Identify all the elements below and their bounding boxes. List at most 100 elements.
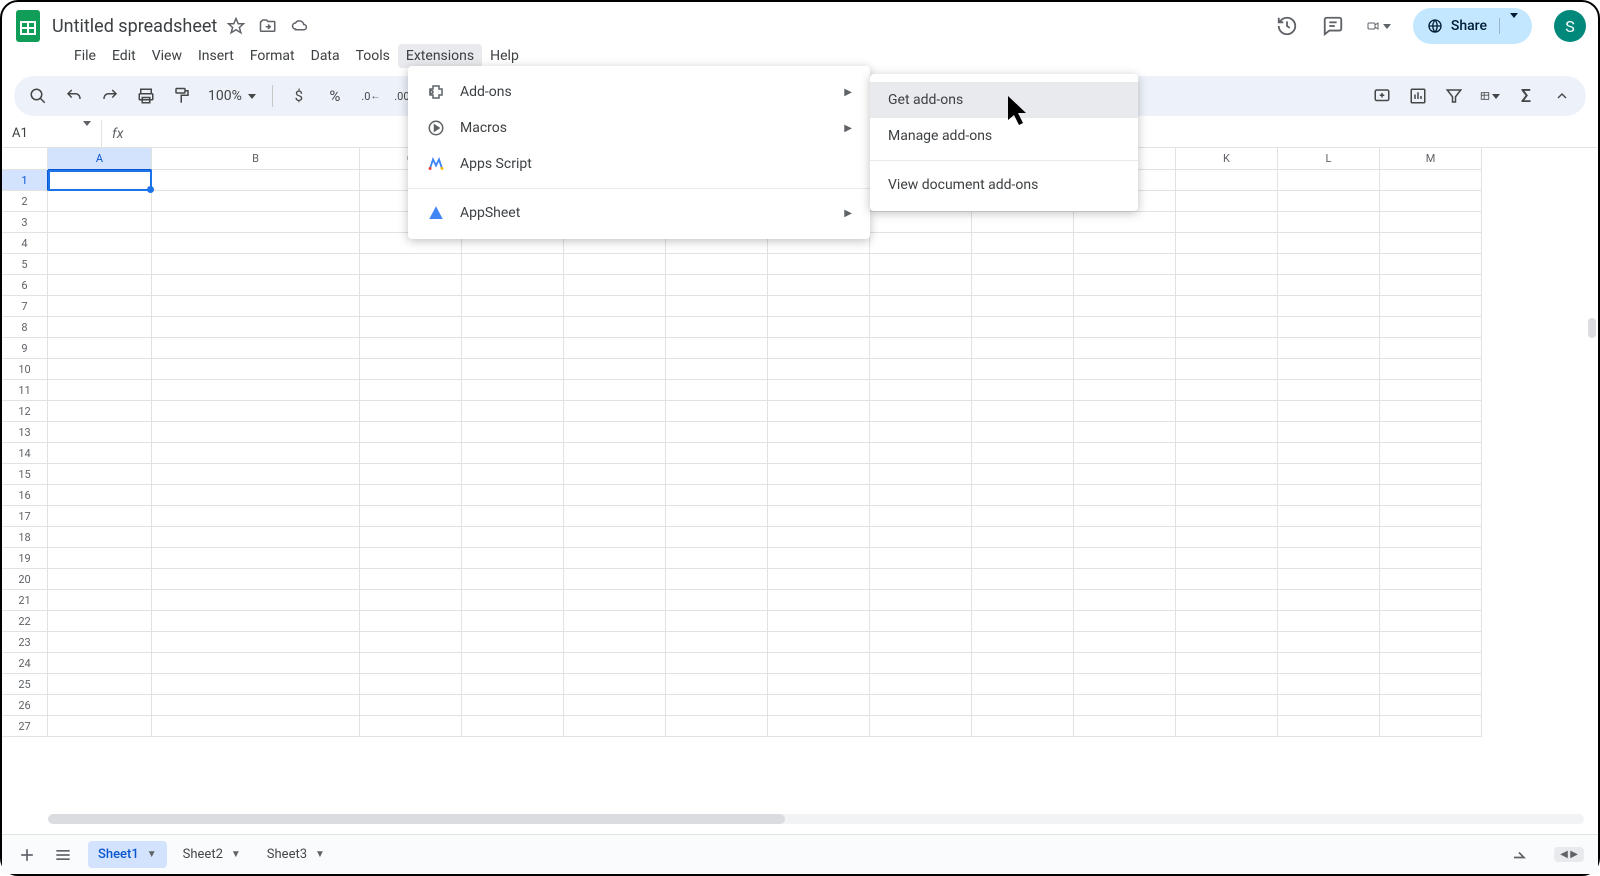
cell[interactable]: [462, 527, 564, 548]
cell[interactable]: [870, 611, 972, 632]
cell[interactable]: [1380, 359, 1482, 380]
cell[interactable]: [1278, 611, 1380, 632]
cell[interactable]: [1176, 380, 1278, 401]
cell[interactable]: [768, 254, 870, 275]
cloud-status-icon[interactable]: [291, 17, 309, 35]
cell[interactable]: [564, 401, 666, 422]
cell[interactable]: [972, 464, 1074, 485]
cell[interactable]: [152, 422, 360, 443]
menu-view[interactable]: View: [144, 44, 190, 68]
cell[interactable]: [1380, 569, 1482, 590]
cell[interactable]: [768, 674, 870, 695]
cell[interactable]: [462, 254, 564, 275]
cell[interactable]: [564, 611, 666, 632]
menu-insert[interactable]: Insert: [190, 44, 242, 68]
row-header[interactable]: 6: [2, 275, 48, 296]
cell[interactable]: [48, 716, 152, 737]
cell[interactable]: [360, 569, 462, 590]
cell[interactable]: [972, 380, 1074, 401]
cell[interactable]: [1176, 611, 1278, 632]
cell[interactable]: [564, 506, 666, 527]
cell[interactable]: [1176, 401, 1278, 422]
cell[interactable]: [48, 317, 152, 338]
cell[interactable]: [48, 611, 152, 632]
cell[interactable]: [1380, 212, 1482, 233]
cell[interactable]: [666, 653, 768, 674]
row-header[interactable]: 8: [2, 317, 48, 338]
cell[interactable]: [564, 569, 666, 590]
cell[interactable]: [1380, 254, 1482, 275]
cell[interactable]: [152, 506, 360, 527]
cell[interactable]: [462, 422, 564, 443]
cell[interactable]: [564, 485, 666, 506]
row-header[interactable]: 25: [2, 674, 48, 695]
menu-item-macros[interactable]: Macros▶: [408, 110, 870, 146]
cell[interactable]: [666, 611, 768, 632]
search-menus-icon[interactable]: [28, 86, 48, 106]
cell[interactable]: [360, 275, 462, 296]
cell[interactable]: [1176, 674, 1278, 695]
cell[interactable]: [462, 317, 564, 338]
cell[interactable]: [462, 506, 564, 527]
cell[interactable]: [48, 254, 152, 275]
cell[interactable]: [666, 443, 768, 464]
cell[interactable]: [48, 653, 152, 674]
vscroll-indicator[interactable]: [1588, 318, 1596, 338]
insert-comment-icon[interactable]: [1372, 86, 1392, 106]
row-header[interactable]: 15: [2, 464, 48, 485]
collapse-toolbar-icon[interactable]: [1552, 86, 1572, 106]
cell[interactable]: [870, 674, 972, 695]
column-header[interactable]: A: [48, 148, 152, 170]
cell[interactable]: [462, 485, 564, 506]
cell[interactable]: [1380, 590, 1482, 611]
cell[interactable]: [360, 590, 462, 611]
cell[interactable]: [462, 632, 564, 653]
print-icon[interactable]: [136, 86, 156, 106]
cell[interactable]: [870, 275, 972, 296]
cell[interactable]: [666, 527, 768, 548]
row-header[interactable]: 13: [2, 422, 48, 443]
cell[interactable]: [1278, 254, 1380, 275]
cell[interactable]: [1074, 275, 1176, 296]
cell[interactable]: [1074, 632, 1176, 653]
cell[interactable]: [564, 338, 666, 359]
row-header[interactable]: 26: [2, 695, 48, 716]
cell[interactable]: [1176, 359, 1278, 380]
cell[interactable]: [666, 422, 768, 443]
cell[interactable]: [152, 653, 360, 674]
cell[interactable]: [972, 359, 1074, 380]
history-icon[interactable]: [1275, 14, 1299, 38]
functions-icon[interactable]: Σ: [1516, 86, 1536, 106]
cell[interactable]: [360, 632, 462, 653]
cell[interactable]: [462, 401, 564, 422]
menu-edit[interactable]: Edit: [104, 44, 144, 68]
cell[interactable]: [48, 296, 152, 317]
cell[interactable]: [1074, 359, 1176, 380]
cell[interactable]: [1380, 296, 1482, 317]
cell[interactable]: [768, 359, 870, 380]
cell[interactable]: [870, 212, 972, 233]
cell[interactable]: [1074, 611, 1176, 632]
cell[interactable]: [564, 527, 666, 548]
cell[interactable]: [972, 254, 1074, 275]
cell[interactable]: [462, 569, 564, 590]
cell[interactable]: [1074, 590, 1176, 611]
cell[interactable]: [1074, 527, 1176, 548]
cell[interactable]: [1278, 401, 1380, 422]
cell[interactable]: [768, 422, 870, 443]
cell[interactable]: [972, 611, 1074, 632]
filter-icon[interactable]: [1444, 86, 1464, 106]
submenu-item-get-add-ons[interactable]: Get add-ons: [870, 82, 1138, 118]
cell[interactable]: [1380, 653, 1482, 674]
sheet-tab-dropdown-icon[interactable]: ▼: [315, 849, 325, 860]
cell[interactable]: [870, 380, 972, 401]
cell[interactable]: [972, 590, 1074, 611]
cell[interactable]: [1380, 191, 1482, 212]
cell[interactable]: [360, 338, 462, 359]
cell[interactable]: [152, 695, 360, 716]
zoom-select[interactable]: 100%: [208, 88, 256, 104]
cell[interactable]: [972, 275, 1074, 296]
cell[interactable]: [972, 569, 1074, 590]
cell[interactable]: [972, 338, 1074, 359]
cell[interactable]: [666, 401, 768, 422]
